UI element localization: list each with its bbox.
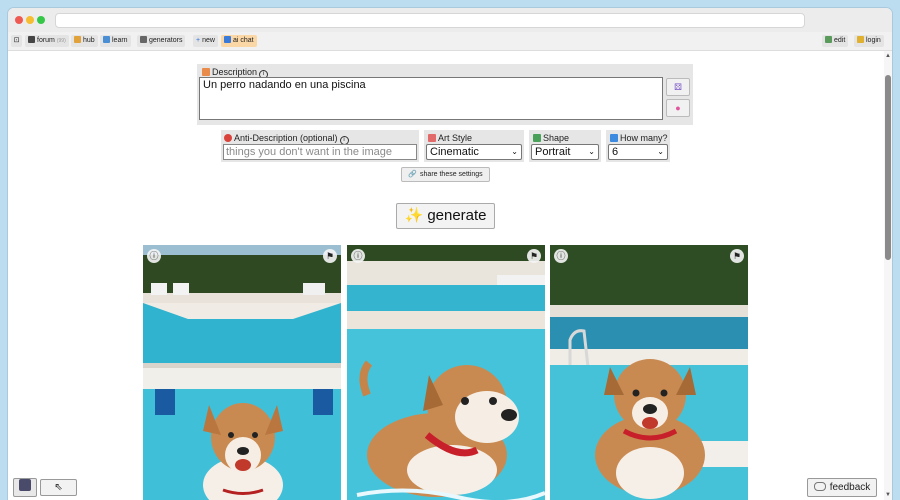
feedback-label: feedback [829,482,871,493]
books-icon [103,36,110,43]
nav-learn-label: learn [112,37,128,44]
chevron-down-icon: ⌄ [657,147,664,156]
palette-icon [428,134,436,142]
generated-image-1[interactable]: ⓘ ⚑ [143,245,341,500]
info-icon[interactable]: ⓘ [147,249,161,263]
shape-select[interactable]: Portrait ⌄ [531,144,599,160]
scrollbar-thumb[interactable] [885,75,891,260]
nav-hub[interactable]: hub [71,35,98,47]
shape-label-row: Shape [533,133,569,143]
nav-generators[interactable]: generators [137,35,186,47]
description-label: Description [212,67,258,77]
generated-image-3[interactable]: ⓘ ⚑ [550,245,748,500]
edit-icon [825,36,832,43]
hub-icon [74,36,81,43]
flag-icon[interactable]: ⚑ [527,249,541,263]
menu-icon: ⊡ [13,37,20,44]
link-icon: 🔗 [408,171,418,178]
numbers-icon [610,134,618,142]
minimize-window-button[interactable] [26,16,34,24]
nav-edit-label: edit [834,37,846,44]
feedback-button[interactable]: feedback [807,478,877,497]
nav-login-label: login [866,37,881,44]
art-style-label-row: Art Style [428,133,472,143]
random-description-button[interactable]: ⚄ [666,78,690,96]
flag-icon[interactable]: ⚑ [323,249,337,263]
anti-description-input[interactable] [223,144,417,160]
info-icon[interactable]: ⓘ [351,249,365,263]
shape-value: Portrait [535,146,571,158]
dog-pool-image-1 [143,245,341,500]
dog-pool-image-3 [550,245,748,500]
nav-hub-label: hub [83,37,95,44]
chat-icon [224,36,231,43]
plus-icon: + [196,37,201,44]
chevron-down-icon: ⌄ [588,147,595,156]
prohibited-icon [224,134,232,142]
how-many-label-row: How many? [610,133,668,143]
nav-edit[interactable]: edit [822,35,849,47]
art-style-select[interactable]: Cinematic ⌄ [426,144,522,160]
shape-label: Shape [543,133,570,143]
info-icon[interactable]: ⓘ [554,249,568,263]
maximize-window-button[interactable] [37,16,45,24]
nav-generators-label: generators [149,37,183,44]
title-bar [8,8,892,32]
dog-pool-image-2 [347,245,545,500]
flag-icon[interactable]: ⚑ [730,249,744,263]
generate-label: ✨ generate [404,207,487,224]
top-nav: ⊡ forum (99) hub learn generators + new a… [8,32,892,51]
nav-forum[interactable]: forum (99) [25,35,69,47]
chevron-down-icon: ⌄ [511,147,518,156]
nav-login[interactable]: login [854,35,884,47]
nav-learn[interactable]: learn [100,35,131,47]
description-input[interactable]: Un perro nadando en una piscina [199,77,663,120]
how-many-label: How many? [620,133,668,143]
nav-ai-chat[interactable]: ai chat [221,35,257,47]
nav-ai-chat-label: ai chat [233,37,254,44]
vertical-scrollbar[interactable]: ▲ ▼ [884,51,892,500]
share-settings-label: share these settings [420,171,483,178]
scroll-down-arrow-icon[interactable]: ▼ [885,492,891,498]
generators-icon [140,36,147,43]
forum-icon [28,36,35,43]
key-icon [857,36,864,43]
share-settings-button[interactable]: 🔗 share these settings [401,167,490,182]
brain-button[interactable]: ● [666,99,690,117]
how-many-select[interactable]: 6 ⌄ [608,144,668,160]
art-style-label: Art Style [438,133,473,143]
generated-image-2[interactable]: ⓘ ⚑ [347,245,545,500]
nav-forum-label: forum [37,37,55,44]
nav-forum-count: (99) [56,38,66,44]
frame-icon [533,134,541,142]
nav-new[interactable]: + new [193,35,218,47]
brain-icon: ● [675,103,681,113]
menu-toggle-button[interactable]: ⊡ [11,35,22,47]
browser-window: ⊡ forum (99) hub learn generators + new a… [8,8,892,500]
nav-new-label: new [202,37,215,44]
page-content: Description i Un perro nadando en una pis… [8,51,884,500]
avatar-icon [19,479,31,491]
dice-icon: ⚄ [674,82,682,92]
avatar-button[interactable] [13,478,37,497]
pencil-icon [202,68,210,76]
art-style-value: Cinematic [430,146,479,158]
address-bar[interactable] [55,13,805,28]
how-many-value: 6 [612,146,619,158]
cursor-arrow-icon: ⇖ [54,482,63,493]
close-window-button[interactable] [15,16,23,24]
anti-description-label: Anti-Description (optional) [234,133,338,143]
scroll-to-top-button[interactable]: ⇖ [40,479,77,496]
scroll-up-arrow-icon[interactable]: ▲ [885,53,891,59]
generate-button[interactable]: ✨ generate [396,203,495,229]
speech-bubble-icon [813,482,826,491]
